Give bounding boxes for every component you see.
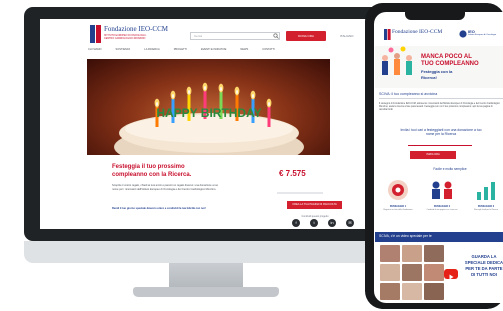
step-description: Raccogli fondi per la Ricerca [473,209,499,211]
banner-line-1: MANCA POCO AL [421,54,472,60]
twitter-icon[interactable]: t [310,219,318,227]
birthday-cake-illustration: HAPPY BIRTHDAY [114,82,304,155]
video-section-title: SCIVA, c'è un video speciale per te [379,234,432,238]
video-thumbnail[interactable]: GUARDA LA SPECIALE DEDICA PER TE DA PART… [380,245,503,301]
growth-icon [477,182,495,200]
face-thumbnail [402,264,422,281]
logo-name: Fondazione IEO-CCM [104,25,168,33]
party-people-illustration [382,46,412,75]
people-icon [432,181,452,199]
face-thumbnail [380,283,400,300]
mobile-invite-text: Invita i tuoi cari a festeggiarti con un… [400,128,482,137]
cake-text: HAPPY BIRTHDAY [156,106,261,120]
raised-amount: € 7.575 [279,169,306,178]
step-item: PASSAGGIO 1 Registrati sul sito della Fo… [381,176,415,216]
progress-bar [277,192,323,194]
desktop-header: Fondazione IEO-CCM ISTITUTO EUROPEO DI O… [40,19,372,47]
play-triangle-icon [449,274,454,280]
nav-item[interactable]: NEWS [240,48,248,56]
step-item: PASSAGGIO 2 Condividi la tua pagina con … [425,176,459,216]
mockup-stage: Fondazione IEO-CCM ISTITUTO EUROPEO DI O… [0,0,503,311]
mobile-body-text: Il sostegno di Fondazione IEO-CCM, attra… [379,103,500,112]
intro-text: Scoprite il vostro regalo, chiedi ai tuo… [112,184,219,191]
monitor-stand-neck [169,263,243,289]
create-page-button[interactable]: CREA LA TUA PAGINA DI RACCOLTA [287,201,342,209]
step-item: PASSAGGIO 3 Raccogli fondi per la Ricerc… [469,176,503,216]
face-thumbnail [424,245,444,262]
donate-button[interactable]: DONA ORA [286,31,326,41]
face-thumbnail [380,245,400,262]
divider [379,98,503,99]
highlight-text: Rendi il tuo giorno speciale davvero uni… [112,207,206,210]
phone-notch [405,12,465,20]
faces-grid [380,245,444,301]
mobile-banner: MANCA POCO AL TUO COMPLEANNO Festeggia c… [375,46,503,88]
face-thumbnail [402,245,422,262]
logo-subtitle: ISTITUTO EUROPEO DI ONCOLOGIA · CENTRO C… [104,34,147,40]
nav-item[interactable]: LA RICERCA [144,48,159,56]
mobile-section-title: SCIVA: il tuo compleanno si avvicina [379,92,438,96]
search-input[interactable]: Cerca [190,32,280,40]
banner-line-2: TUO COMPLEANNO [421,61,479,67]
search-icon[interactable] [273,33,279,39]
banner-line-3: Festeggia con la [421,69,453,74]
step-label: PASSAGGIO 1 [389,205,407,208]
easy-steps-title: Facile e molto semplice [433,167,467,171]
nav-item[interactable]: EVENTI E INIZIATIVE [201,48,226,56]
step-description: Registrati sul sito della Fondazione [383,209,413,211]
ieo-circle-icon [459,30,467,38]
face-thumbnail [424,283,444,300]
logo-mark-icon [384,29,391,40]
page-title: Festeggia il tuo prossimo compleanno con… [112,164,192,178]
logo-mark-icon [90,25,101,43]
linkedin-icon[interactable]: in [328,219,336,227]
share-label: Condividi questo progetto [301,215,329,218]
desktop-logo[interactable]: Fondazione IEO-CCM ISTITUTO EUROPEO DI O… [90,25,168,45]
language-selector[interactable]: ITALIANO [340,34,353,38]
video-cta-text: GUARDA LA SPECIALE DEDICA PER TE DA PART… [464,254,503,277]
nav-item[interactable]: CONTATTI [262,48,275,56]
start-now-button[interactable]: INIZIA ORA [410,151,456,159]
partner-logo-subtitle: Istituto Europeo di Oncologia [468,34,497,36]
step-description: Condividi la tua pagina con i tuoi cari [426,209,458,211]
nav-item[interactable]: SOSTIENICI [116,48,131,56]
step-label: PASSAGGIO 2 [433,205,451,208]
play-icon[interactable] [444,269,458,280]
nav-item[interactable]: CHI SIAMO [88,48,102,56]
divider [408,145,472,146]
social-share-row: f t in ✉ [292,219,354,227]
target-icon [388,180,408,200]
banner-line-4: Ricerca! [421,75,437,80]
nav-item[interactable]: PROGETTI [174,48,187,56]
face-thumbnail [380,264,400,281]
steps-row: PASSAGGIO 1 Registrati sul sito della Fo… [381,176,503,216]
facebook-icon[interactable]: f [292,219,300,227]
step-label: PASSAGGIO 3 [477,205,495,208]
email-icon[interactable]: ✉ [346,219,354,227]
face-thumbnail [402,283,422,300]
hero-image-birthday-cake: HAPPY BIRTHDAY [87,59,330,155]
mobile-logo[interactable]: Fondazione IEO-CCM [384,29,454,43]
face-thumbnail [424,264,444,281]
mobile-logo-name: Fondazione IEO-CCM [392,29,443,35]
main-nav: CHI SIAMO SOSTIENICI LA RICERCA PROGETTI… [88,48,328,56]
monitor-stand-base [133,287,279,297]
desktop-screen: Fondazione IEO-CCM ISTITUTO EUROPEO DI O… [40,19,372,229]
partner-logo: IEO Istituto Europeo di Oncologia [459,29,499,41]
monitor-chin [24,241,387,263]
